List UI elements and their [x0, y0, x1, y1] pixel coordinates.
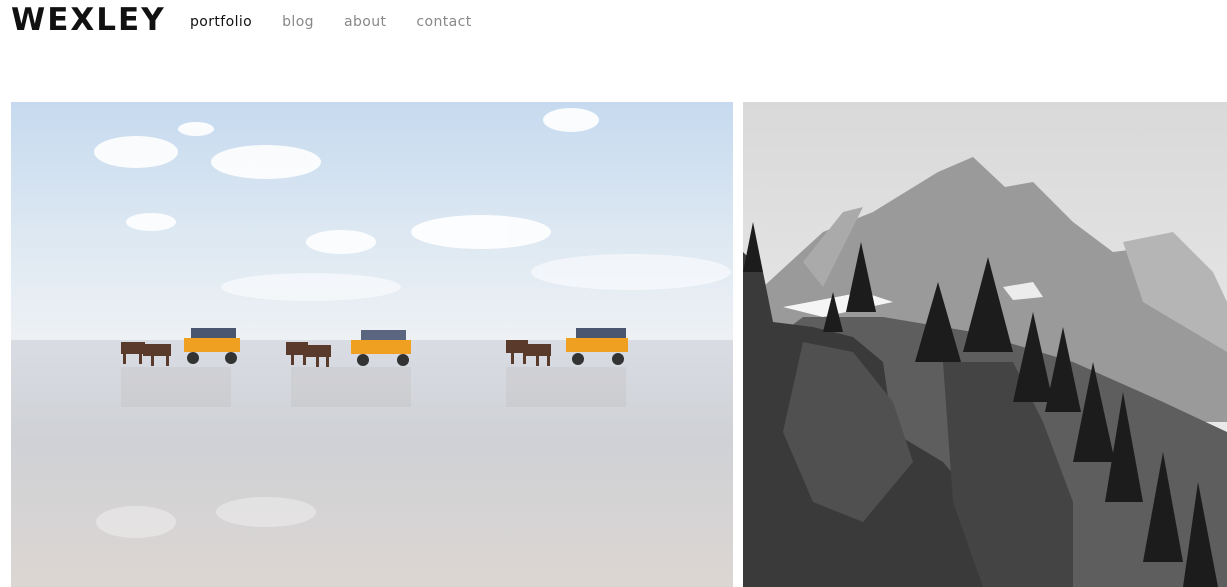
- nav-link-contact[interactable]: contact: [416, 13, 471, 31]
- nav-link-blog[interactable]: blog: [282, 13, 314, 31]
- main-nav: portfolio blog about contact: [190, 13, 502, 31]
- nav-link-about[interactable]: about: [344, 13, 386, 31]
- site-header: WEXLEY portfolio blog about contact: [0, 0, 1227, 60]
- gallery-tile-mountain[interactable]: [743, 102, 1227, 587]
- gallery-tile-beach[interactable]: [11, 102, 733, 587]
- nav-link-portfolio[interactable]: portfolio: [190, 13, 252, 31]
- site-logo[interactable]: WEXLEY: [11, 1, 166, 39]
- mountain-cliff-photo: [743, 102, 1227, 587]
- horse-carriages-photo: [11, 102, 733, 587]
